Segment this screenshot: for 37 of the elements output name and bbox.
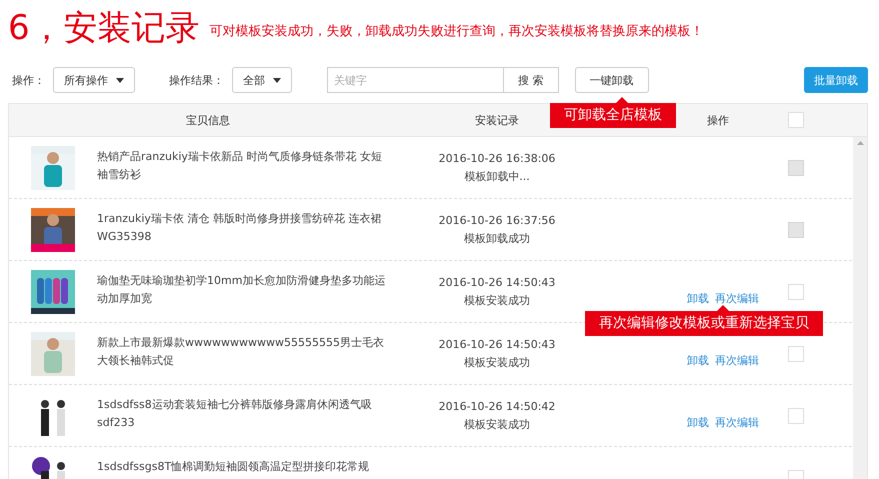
page-title: 6，安装记录 bbox=[8, 8, 200, 48]
batch-uninstall-button[interactable]: 批量卸载 bbox=[804, 67, 868, 93]
action-link[interactable]: 卸载 bbox=[687, 291, 709, 306]
record-status: 模板安装成功 bbox=[464, 292, 530, 308]
record-status: 模板卸载中... bbox=[464, 168, 530, 184]
search-field[interactable]: 关键字 bbox=[327, 67, 503, 93]
record-status: 模板安装成功 bbox=[464, 416, 530, 432]
action-link[interactable]: 再次编辑 bbox=[715, 415, 759, 430]
action-link[interactable]: 再次编辑 bbox=[715, 291, 759, 306]
result-dropdown[interactable]: 全部 bbox=[232, 67, 292, 93]
product-title: 1sdsdfss8运动套装短袖七分裤韩版修身露肩休闲透气吸sdf233 bbox=[97, 397, 373, 431]
page-note: 可对模板安装成功，失败，卸载成功失败进行查询，再次安装模板将替换原来的模板！ bbox=[210, 23, 704, 41]
action-link[interactable]: 卸载 bbox=[687, 415, 709, 430]
uninstall-all-button[interactable]: 一键卸载 bbox=[574, 67, 648, 93]
operation-label: 操作： bbox=[12, 72, 45, 88]
product-title: 1ranzukiy瑞卡依 清仓 韩版时尚修身拼接雪纺碎花 连衣裙WG35398 bbox=[97, 211, 382, 245]
result-label: 操作结果： bbox=[169, 72, 224, 88]
column-header: 安装记录 bbox=[475, 112, 519, 128]
record-time: 2016-10-26 16:38:06 bbox=[438, 150, 556, 166]
action-link[interactable]: 再次编辑 bbox=[715, 353, 759, 368]
product-title: 热销产品ranzukiy瑞卡依新品 时尚气质修身链条带花 女短袖雪纺衫 bbox=[97, 149, 383, 183]
record-time: 2016-10-26 14:50:43 bbox=[438, 274, 556, 290]
action-link[interactable]: 卸载 bbox=[687, 353, 709, 368]
record-time: 2016-10-26 16:37:56 bbox=[438, 212, 556, 228]
record-time: 2016-10-26 14:50:43 bbox=[438, 336, 556, 352]
product-title: 新款上市最新爆款wwwwwwwwwww55555555男士毛衣大领长袖韩式促 bbox=[97, 335, 385, 369]
operation-dropdown[interactable]: 所有操作 bbox=[53, 67, 135, 93]
column-header: 操作 bbox=[707, 112, 729, 128]
product-title: 1sdsdfssgs8T恤棉调勤短袖圆领高温定型拼接印花常规 bbox=[97, 459, 370, 475]
column-header: 宝贝信息 bbox=[186, 112, 230, 128]
callout: 可卸载全店模板 bbox=[550, 103, 676, 128]
record-status: 模板安装成功 bbox=[464, 354, 530, 370]
callout: 再次编辑修改模板或重新选择宝贝 bbox=[585, 311, 823, 336]
record-status: 模板卸载成功 bbox=[464, 230, 530, 246]
product-title: 瑜伽垫无味瑜珈垫初学10mm加长愈加防滑健身垫多功能运动加厚加宽 bbox=[97, 273, 386, 307]
search-button[interactable]: 搜 索 bbox=[503, 67, 558, 93]
record-time: 2016-10-26 14:50:42 bbox=[438, 398, 556, 414]
